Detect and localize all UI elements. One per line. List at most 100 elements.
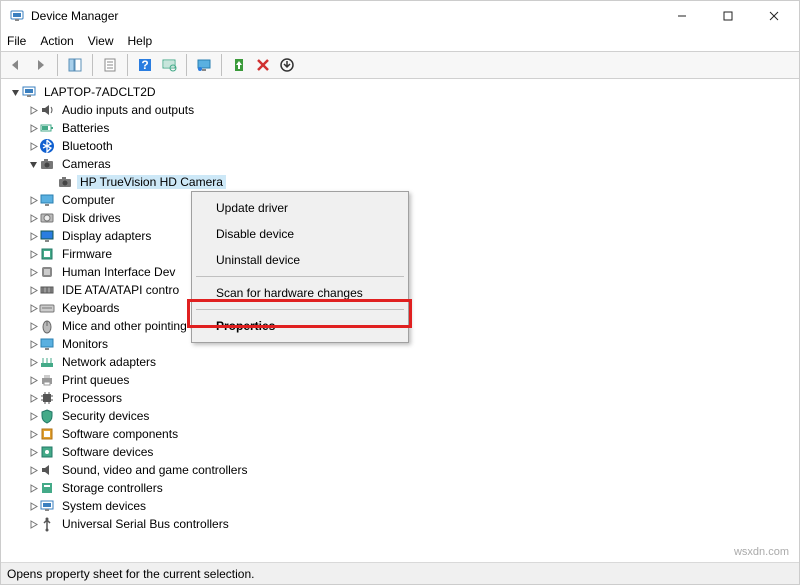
context-menu-item[interactable]: Disable device xyxy=(192,221,408,247)
tree-root[interactable]: LAPTOP-7ADCLT2D xyxy=(5,83,795,101)
toolbar: ? xyxy=(1,51,799,79)
context-menu-item[interactable]: Properties xyxy=(192,313,408,339)
twisty-icon[interactable] xyxy=(27,410,39,422)
twisty-icon[interactable] xyxy=(27,194,39,206)
uninstall-icon[interactable] xyxy=(252,54,274,76)
tree-category[interactable]: Storage controllers xyxy=(5,479,795,497)
properties-icon[interactable] xyxy=(99,54,121,76)
twisty-icon[interactable] xyxy=(27,140,39,152)
twisty-icon[interactable] xyxy=(9,86,21,98)
watermark: wsxdn.com xyxy=(734,546,789,558)
menu-view[interactable]: View xyxy=(88,34,114,48)
tree-node-label[interactable]: Software components xyxy=(59,427,181,441)
tree-node-label[interactable]: Processors xyxy=(59,391,125,405)
show-hide-tree-icon[interactable] xyxy=(64,54,86,76)
tree-category[interactable]: Processors xyxy=(5,389,795,407)
tree-category[interactable]: Print queues xyxy=(5,371,795,389)
tree-node-label[interactable]: Network adapters xyxy=(59,355,159,369)
twisty-icon[interactable] xyxy=(27,158,39,170)
camera-icon xyxy=(57,174,73,190)
menu-file[interactable]: File xyxy=(7,34,26,48)
twisty-icon[interactable] xyxy=(27,248,39,260)
twisty-icon[interactable] xyxy=(27,212,39,224)
tree-category[interactable]: Bluetooth xyxy=(5,137,795,155)
tree-node-label[interactable]: HP TrueVision HD Camera xyxy=(77,175,226,189)
twisty-icon[interactable] xyxy=(27,500,39,512)
twisty-icon[interactable] xyxy=(27,320,39,332)
scan-hardware-icon[interactable] xyxy=(158,54,180,76)
tree-node-label[interactable]: Bluetooth xyxy=(59,139,116,153)
tree-node-label[interactable]: Display adapters xyxy=(59,229,154,243)
twisty-icon[interactable] xyxy=(27,266,39,278)
tree-node-label[interactable]: Cameras xyxy=(59,157,114,171)
tree-node-label[interactable]: Audio inputs and outputs xyxy=(59,103,197,117)
tree-category[interactable]: Security devices xyxy=(5,407,795,425)
tree-device[interactable]: HP TrueVision HD Camera xyxy=(5,173,795,191)
softdev-icon xyxy=(39,444,55,460)
tree-category[interactable]: Sound, video and game controllers xyxy=(5,461,795,479)
tree-node-label[interactable]: Disk drives xyxy=(59,211,124,225)
twisty-icon[interactable] xyxy=(27,104,39,116)
tree-node-label[interactable]: Security devices xyxy=(59,409,152,423)
twisty-icon[interactable] xyxy=(27,122,39,134)
update-driver-icon[interactable] xyxy=(228,54,250,76)
close-button[interactable] xyxy=(751,1,797,31)
twisty-icon[interactable] xyxy=(27,428,39,440)
tree-node-label[interactable]: Software devices xyxy=(59,445,156,459)
network-icon xyxy=(39,354,55,370)
twisty-icon[interactable] xyxy=(27,302,39,314)
tree-category[interactable]: Software devices xyxy=(5,443,795,461)
help-icon[interactable]: ? xyxy=(134,54,156,76)
tree-category[interactable]: Cameras xyxy=(5,155,795,173)
tree-category[interactable]: Network adapters xyxy=(5,353,795,371)
maximize-button[interactable] xyxy=(705,1,751,31)
tree-node-label[interactable]: System devices xyxy=(59,499,149,513)
menu-help[interactable]: Help xyxy=(128,34,153,48)
tree-category[interactable]: System devices xyxy=(5,497,795,515)
tree-category[interactable]: Universal Serial Bus controllers xyxy=(5,515,795,533)
tree-category[interactable]: Audio inputs and outputs xyxy=(5,101,795,119)
tree-node-label[interactable]: Batteries xyxy=(59,121,112,135)
tree-node-label[interactable]: Print queues xyxy=(59,373,132,387)
tree-node-label[interactable]: Computer xyxy=(59,193,118,207)
twisty-icon[interactable] xyxy=(27,356,39,368)
twisty-icon[interactable] xyxy=(27,518,39,530)
twisty-icon[interactable] xyxy=(27,464,39,476)
toolbar-separator xyxy=(127,54,128,76)
twisty-icon[interactable] xyxy=(27,446,39,458)
tree-category[interactable]: Batteries xyxy=(5,119,795,137)
twisty-icon[interactable] xyxy=(27,338,39,350)
disk-icon xyxy=(39,210,55,226)
tree-node-label[interactable]: Universal Serial Bus controllers xyxy=(59,517,232,531)
status-text: Opens property sheet for the current sel… xyxy=(7,567,254,581)
context-menu: Update driverDisable deviceUninstall dev… xyxy=(191,191,409,343)
twisty-icon[interactable] xyxy=(27,374,39,386)
context-menu-item[interactable]: Update driver xyxy=(192,195,408,221)
tree-node-label[interactable]: Keyboards xyxy=(59,301,122,315)
twisty-icon[interactable] xyxy=(27,392,39,404)
tree-node-label[interactable]: Firmware xyxy=(59,247,115,261)
tree-node-label[interactable]: IDE ATA/ATAPI contro xyxy=(59,283,182,297)
nav-forward-icon[interactable] xyxy=(29,54,51,76)
keyboard-icon xyxy=(39,300,55,316)
window-title: Device Manager xyxy=(31,9,659,23)
menu-action[interactable]: Action xyxy=(40,34,73,48)
tree-node-label[interactable]: Human Interface Dev xyxy=(59,265,178,279)
action-dropdown-icon[interactable] xyxy=(276,54,298,76)
tree-node-label[interactable]: Monitors xyxy=(59,337,111,351)
monitor-icon[interactable] xyxy=(193,54,215,76)
tree-category[interactable]: Software components xyxy=(5,425,795,443)
nav-back-icon[interactable] xyxy=(5,54,27,76)
twisty-icon[interactable] xyxy=(27,230,39,242)
twisty-icon[interactable] xyxy=(27,284,39,296)
tree-node-label[interactable]: Sound, video and game controllers xyxy=(59,463,250,477)
firmware-icon xyxy=(39,246,55,262)
minimize-button[interactable] xyxy=(659,1,705,31)
menu-bar: File Action View Help xyxy=(1,31,799,51)
context-menu-item[interactable]: Uninstall device xyxy=(192,247,408,273)
tree-node-label[interactable]: LAPTOP-7ADCLT2D xyxy=(41,85,159,99)
context-menu-item[interactable]: Scan for hardware changes xyxy=(192,280,408,306)
audio-icon xyxy=(39,102,55,118)
twisty-icon[interactable] xyxy=(27,482,39,494)
tree-node-label[interactable]: Storage controllers xyxy=(59,481,166,495)
